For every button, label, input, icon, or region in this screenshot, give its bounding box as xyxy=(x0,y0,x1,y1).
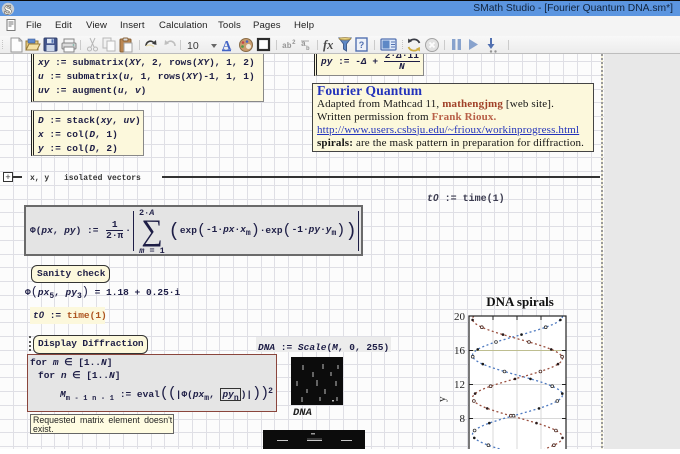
svg-text:DNA spirals: DNA spirals xyxy=(486,294,554,309)
svg-text:b: b xyxy=(306,45,310,52)
svg-text:8: 8 xyxy=(460,413,466,425)
svg-text:m = 1: m = 1 xyxy=(139,246,166,254)
svg-text:fx: fx xyxy=(323,38,333,52)
svg-text:S: S xyxy=(4,2,11,16)
svg-text:12: 12 xyxy=(454,379,465,391)
svg-text:?: ? xyxy=(359,40,365,50)
svg-text:ab: ab xyxy=(282,42,292,51)
svg-text:∑: ∑ xyxy=(142,214,163,247)
svg-text:y: y xyxy=(437,396,448,402)
svg-text:10: 10 xyxy=(187,40,199,52)
svg-text:2: 2 xyxy=(292,39,296,46)
svg-text:16: 16 xyxy=(454,345,466,357)
svg-text:20: 20 xyxy=(454,311,466,323)
